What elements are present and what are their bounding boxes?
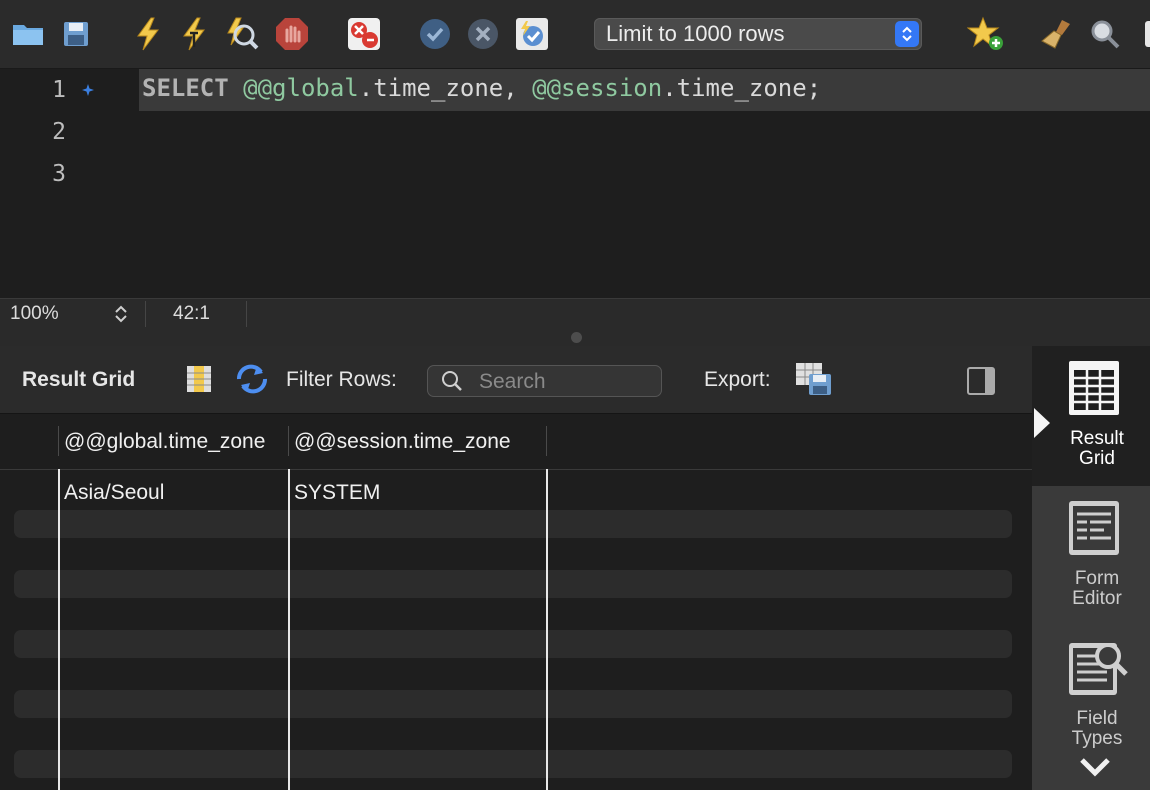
execute-current-icon[interactable] bbox=[175, 14, 215, 54]
column-separator[interactable] bbox=[288, 426, 289, 456]
column-line bbox=[288, 469, 290, 790]
result-grid-icon bbox=[1069, 361, 1119, 415]
sql-identifier: .time_zone bbox=[662, 74, 807, 102]
limit-rows-select[interactable]: Limit to 1000 rows bbox=[594, 18, 922, 50]
toggle-error-icon[interactable] bbox=[344, 14, 384, 54]
toggle-panel-icon[interactable] bbox=[966, 366, 996, 402]
empty-row bbox=[14, 510, 1012, 538]
line-number: 3 bbox=[52, 161, 66, 187]
tab-label: Field bbox=[1076, 708, 1118, 729]
grid-header: @@global.time_zone @@session.time_zone bbox=[0, 414, 1032, 470]
result-grid[interactable]: @@global.time_zone @@session.time_zone A… bbox=[0, 414, 1032, 790]
search-icon bbox=[441, 370, 463, 398]
explain-icon[interactable] bbox=[222, 14, 262, 54]
sql-editor[interactable]: 1 2 3 SELECT @@global.time_zone, @@sessi… bbox=[0, 69, 1150, 298]
sql-variable: @@global bbox=[243, 74, 359, 102]
column-line bbox=[58, 469, 60, 790]
tab-label: Types bbox=[1071, 728, 1123, 749]
form-editor-icon bbox=[1069, 501, 1119, 555]
tab-label: Editor bbox=[1072, 588, 1122, 609]
column-header[interactable]: @@session.time_zone bbox=[294, 430, 511, 454]
pane-splitter[interactable] bbox=[0, 328, 1150, 346]
beautify-icon[interactable] bbox=[1036, 14, 1076, 54]
main-toolbar: Limit to 1000 rows bbox=[0, 0, 1150, 69]
sql-punctuation: , bbox=[503, 74, 533, 102]
result-toolbar: Result Grid Filter Rows: Search Export: bbox=[0, 346, 1032, 414]
empty-row bbox=[14, 690, 1012, 718]
result-grid-tab[interactable]: Result Grid bbox=[1032, 346, 1150, 486]
chevron-updown-icon[interactable] bbox=[895, 21, 919, 47]
statement-marker-icon bbox=[82, 84, 94, 96]
chevron-down-icon[interactable] bbox=[1078, 754, 1112, 780]
invisibles-icon[interactable] bbox=[1130, 14, 1150, 54]
cursor-position: 42:1 bbox=[173, 303, 210, 324]
refresh-icon[interactable] bbox=[235, 364, 269, 400]
splitter-handle[interactable] bbox=[571, 332, 582, 343]
commit-icon[interactable] bbox=[415, 14, 455, 54]
sql-variable: @@session bbox=[532, 74, 663, 102]
tab-label: Result bbox=[1070, 428, 1124, 449]
autocommit-icon[interactable] bbox=[512, 14, 552, 54]
open-folder-icon[interactable] bbox=[8, 14, 48, 54]
export-icon[interactable] bbox=[795, 362, 833, 402]
filter-search-input[interactable]: Search bbox=[427, 365, 662, 397]
table-cell[interactable]: Asia/Seoul bbox=[64, 481, 164, 505]
add-snippet-icon[interactable] bbox=[966, 14, 1006, 54]
sql-keyword: SELECT bbox=[142, 74, 229, 102]
line-number: 1 bbox=[52, 77, 66, 103]
column-line bbox=[546, 469, 548, 790]
column-separator[interactable] bbox=[546, 426, 547, 456]
table-cell[interactable]: SYSTEM bbox=[294, 481, 380, 505]
filter-rows-label: Filter Rows: bbox=[286, 368, 397, 391]
grid-columns-icon[interactable] bbox=[186, 365, 212, 399]
search-placeholder: Search bbox=[479, 370, 546, 393]
tab-label: Form bbox=[1074, 568, 1120, 589]
line-number: 2 bbox=[52, 119, 66, 145]
tab-label: Grid bbox=[1079, 448, 1115, 469]
field-types-tab[interactable]: Field Types bbox=[1032, 626, 1150, 790]
sql-statement[interactable]: SELECT @@global.time_zone, @@session.tim… bbox=[142, 74, 821, 102]
empty-row bbox=[14, 570, 1012, 598]
editor-status-bar: 100% 42:1 bbox=[0, 298, 1150, 329]
result-side-panel: Result Grid Form Editor Field Types bbox=[1032, 346, 1150, 790]
find-icon[interactable] bbox=[1085, 14, 1125, 54]
empty-row bbox=[14, 630, 1012, 658]
limit-rows-label: Limit to 1000 rows bbox=[606, 21, 785, 46]
column-header[interactable]: @@global.time_zone bbox=[64, 430, 265, 454]
divider bbox=[246, 301, 247, 327]
form-editor-tab[interactable]: Form Editor bbox=[1032, 486, 1150, 626]
result-grid-title: Result Grid bbox=[22, 368, 136, 391]
export-label: Export: bbox=[704, 368, 771, 391]
sql-identifier: .time_zone bbox=[358, 74, 504, 102]
stop-icon[interactable] bbox=[272, 14, 312, 54]
sql-punctuation: ; bbox=[806, 74, 822, 102]
execute-icon[interactable] bbox=[128, 14, 168, 54]
field-types-icon bbox=[1069, 643, 1128, 695]
rollback-icon[interactable] bbox=[463, 14, 503, 54]
empty-row bbox=[14, 750, 1012, 778]
column-separator bbox=[58, 426, 59, 456]
save-icon[interactable] bbox=[56, 14, 96, 54]
zoom-level: 100% bbox=[10, 303, 59, 324]
divider bbox=[145, 301, 146, 327]
